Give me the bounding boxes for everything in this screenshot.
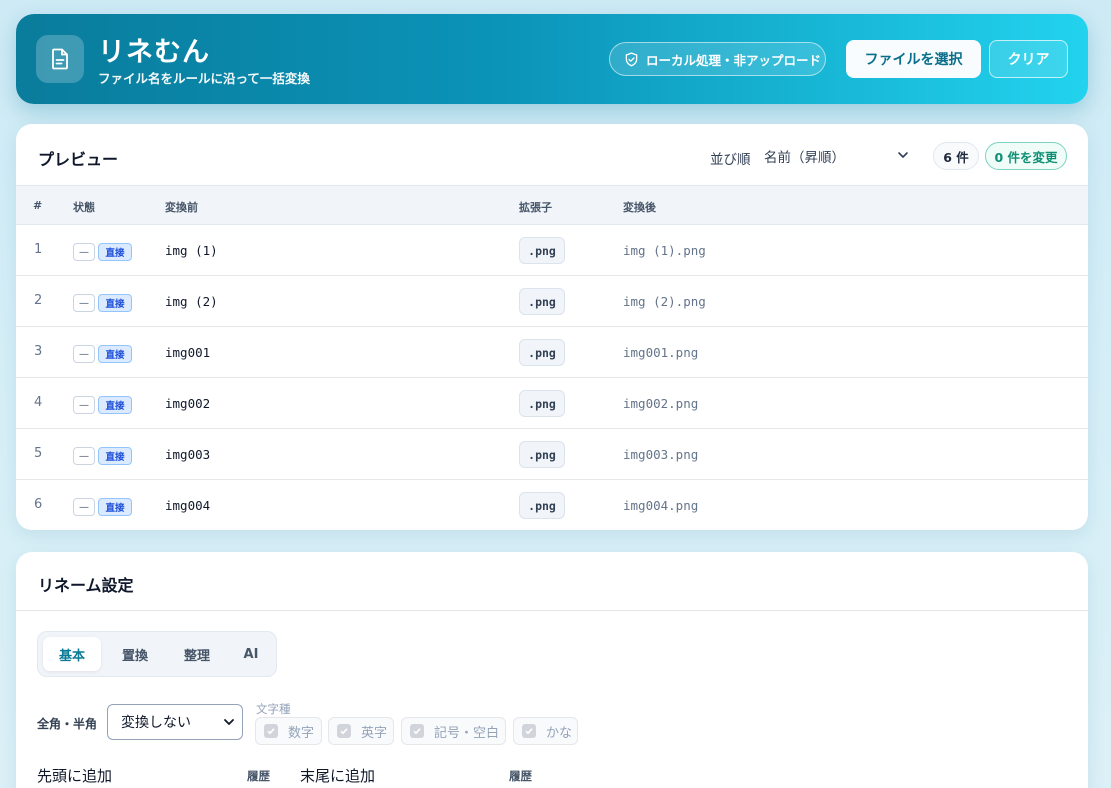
col-after: 変換後	[623, 201, 656, 214]
row-number: 6	[34, 497, 43, 512]
col-status: 状態	[73, 201, 95, 214]
col-ext: 拡張子	[519, 201, 552, 214]
status-badge: —	[73, 243, 95, 261]
file-icon	[52, 48, 68, 70]
chartype-symbols-label: 記号・空白	[434, 725, 500, 741]
before-name: img (2)	[165, 294, 218, 309]
settings-title: リネーム設定	[38, 576, 134, 595]
before-name: img004	[165, 498, 211, 513]
suffix-label: 末尾に追加	[300, 767, 376, 785]
status-badge: —	[73, 396, 95, 414]
settings-divider	[16, 610, 1088, 611]
app-title: リネむん	[98, 37, 210, 68]
status-badge: —	[73, 498, 95, 516]
check-icon	[522, 724, 536, 738]
table-row[interactable]: 2 — 直接 img (2) .png img (2).png	[16, 276, 1088, 327]
check-icon	[410, 724, 424, 738]
prefix-label: 先頭に追加	[37, 767, 113, 785]
row-number: 1	[34, 242, 43, 257]
shield-check-icon	[625, 51, 638, 66]
extension-badge: .png	[519, 492, 565, 519]
table-row[interactable]: 5 — 直接 img003 .png img003.png	[16, 429, 1088, 480]
tab-ai[interactable]: AI	[228, 637, 274, 671]
status-badge: —	[73, 447, 95, 465]
app-logo	[36, 35, 84, 83]
chevron-down-icon	[224, 719, 234, 725]
table-header: # 状態 変換前 拡張子 変換後	[16, 185, 1088, 225]
direct-badge: 直接	[98, 498, 132, 516]
table-row[interactable]: 6 — 直接 img004 .png img004.png	[16, 480, 1088, 530]
row-number: 4	[34, 395, 43, 410]
row-number: 3	[34, 344, 43, 359]
file-count-badge: 6 件	[933, 142, 979, 170]
col-before: 変換前	[165, 201, 198, 214]
local-processing-badge: ローカル処理・非アップロード	[609, 42, 826, 76]
before-name: img (1)	[165, 243, 218, 258]
table-row[interactable]: 4 — 直接 img002 .png img002.png	[16, 378, 1088, 429]
before-name: img002	[165, 396, 211, 411]
settings-tabs: 基本 置換 整理 AI	[37, 631, 277, 677]
after-name: img (2).png	[623, 294, 706, 309]
extension-badge: .png	[519, 390, 565, 417]
sort-label: 並び順	[710, 152, 751, 168]
app-subtitle: ファイル名をルールに沿って一括変換	[98, 71, 310, 86]
suffix-history-button[interactable]: 履歴	[509, 768, 532, 784]
width-conversion-label: 全角・半角	[37, 717, 98, 731]
chartype-digits-label: 数字	[288, 725, 315, 741]
before-name: img001	[165, 345, 211, 360]
chartype-digits-checkbox[interactable]: 数字	[255, 717, 322, 745]
direct-badge: 直接	[98, 294, 132, 312]
status-badge: —	[73, 294, 95, 312]
prefix-history-button[interactable]: 履歴	[247, 768, 270, 784]
chartype-alpha-label: 英字	[361, 725, 388, 741]
clear-button[interactable]: クリア	[989, 40, 1068, 78]
table-row[interactable]: 3 — 直接 img001 .png img001.png	[16, 327, 1088, 378]
col-num: #	[33, 199, 43, 212]
sort-value: 名前（昇順）	[764, 150, 845, 166]
settings-card: リネーム設定 基本 置換 整理 AI 全角・半角 変換しない 文字種 数字 英字…	[16, 552, 1088, 788]
width-conversion-value: 変換しない	[121, 715, 191, 731]
extension-badge: .png	[519, 237, 565, 264]
check-icon	[264, 724, 278, 738]
extension-badge: .png	[519, 339, 565, 366]
tab-basic[interactable]: 基本	[43, 637, 101, 671]
width-conversion-select[interactable]: 変換しない	[107, 704, 243, 740]
chartype-symbols-checkbox[interactable]: 記号・空白	[401, 717, 506, 745]
direct-badge: 直接	[98, 345, 132, 363]
check-icon	[337, 724, 351, 738]
select-file-button[interactable]: ファイルを選択	[846, 40, 981, 78]
local-badge-label: ローカル処理・非アップロード	[646, 52, 822, 68]
after-name: img (1).png	[623, 243, 706, 258]
tab-replace[interactable]: 置換	[106, 637, 164, 671]
chartype-kana-checkbox[interactable]: かな	[513, 717, 578, 745]
after-name: img004.png	[623, 498, 699, 513]
row-number: 2	[34, 293, 43, 308]
after-name: img001.png	[623, 345, 699, 360]
after-name: img002.png	[623, 396, 699, 411]
after-name: img003.png	[623, 447, 699, 462]
sort-select[interactable]: 名前（昇順）	[760, 142, 914, 170]
preview-title: プレビュー	[38, 150, 119, 169]
extension-badge: .png	[519, 288, 565, 315]
preview-card: プレビュー 並び順 名前（昇順） 6 件 0 件を変更 # 状態 変換前 拡張子…	[16, 124, 1088, 530]
table-row[interactable]: 1 — 直接 img (1) .png img (1).png	[16, 225, 1088, 276]
extension-badge: .png	[519, 441, 565, 468]
direct-badge: 直接	[98, 396, 132, 414]
before-name: img003	[165, 447, 211, 462]
row-number: 5	[34, 446, 43, 461]
chevron-down-icon	[898, 152, 908, 158]
chartype-label: 文字種	[256, 702, 291, 716]
app-header: リネむん ファイル名をルールに沿って一括変換 ローカル処理・非アップロード ファ…	[16, 14, 1088, 104]
changed-count-badge: 0 件を変更	[985, 142, 1067, 170]
direct-badge: 直接	[98, 447, 132, 465]
chartype-kana-label: かな	[546, 725, 573, 741]
chartype-alpha-checkbox[interactable]: 英字	[328, 717, 394, 745]
direct-badge: 直接	[98, 243, 132, 261]
tab-organize[interactable]: 整理	[168, 637, 226, 671]
status-badge: —	[73, 345, 95, 363]
